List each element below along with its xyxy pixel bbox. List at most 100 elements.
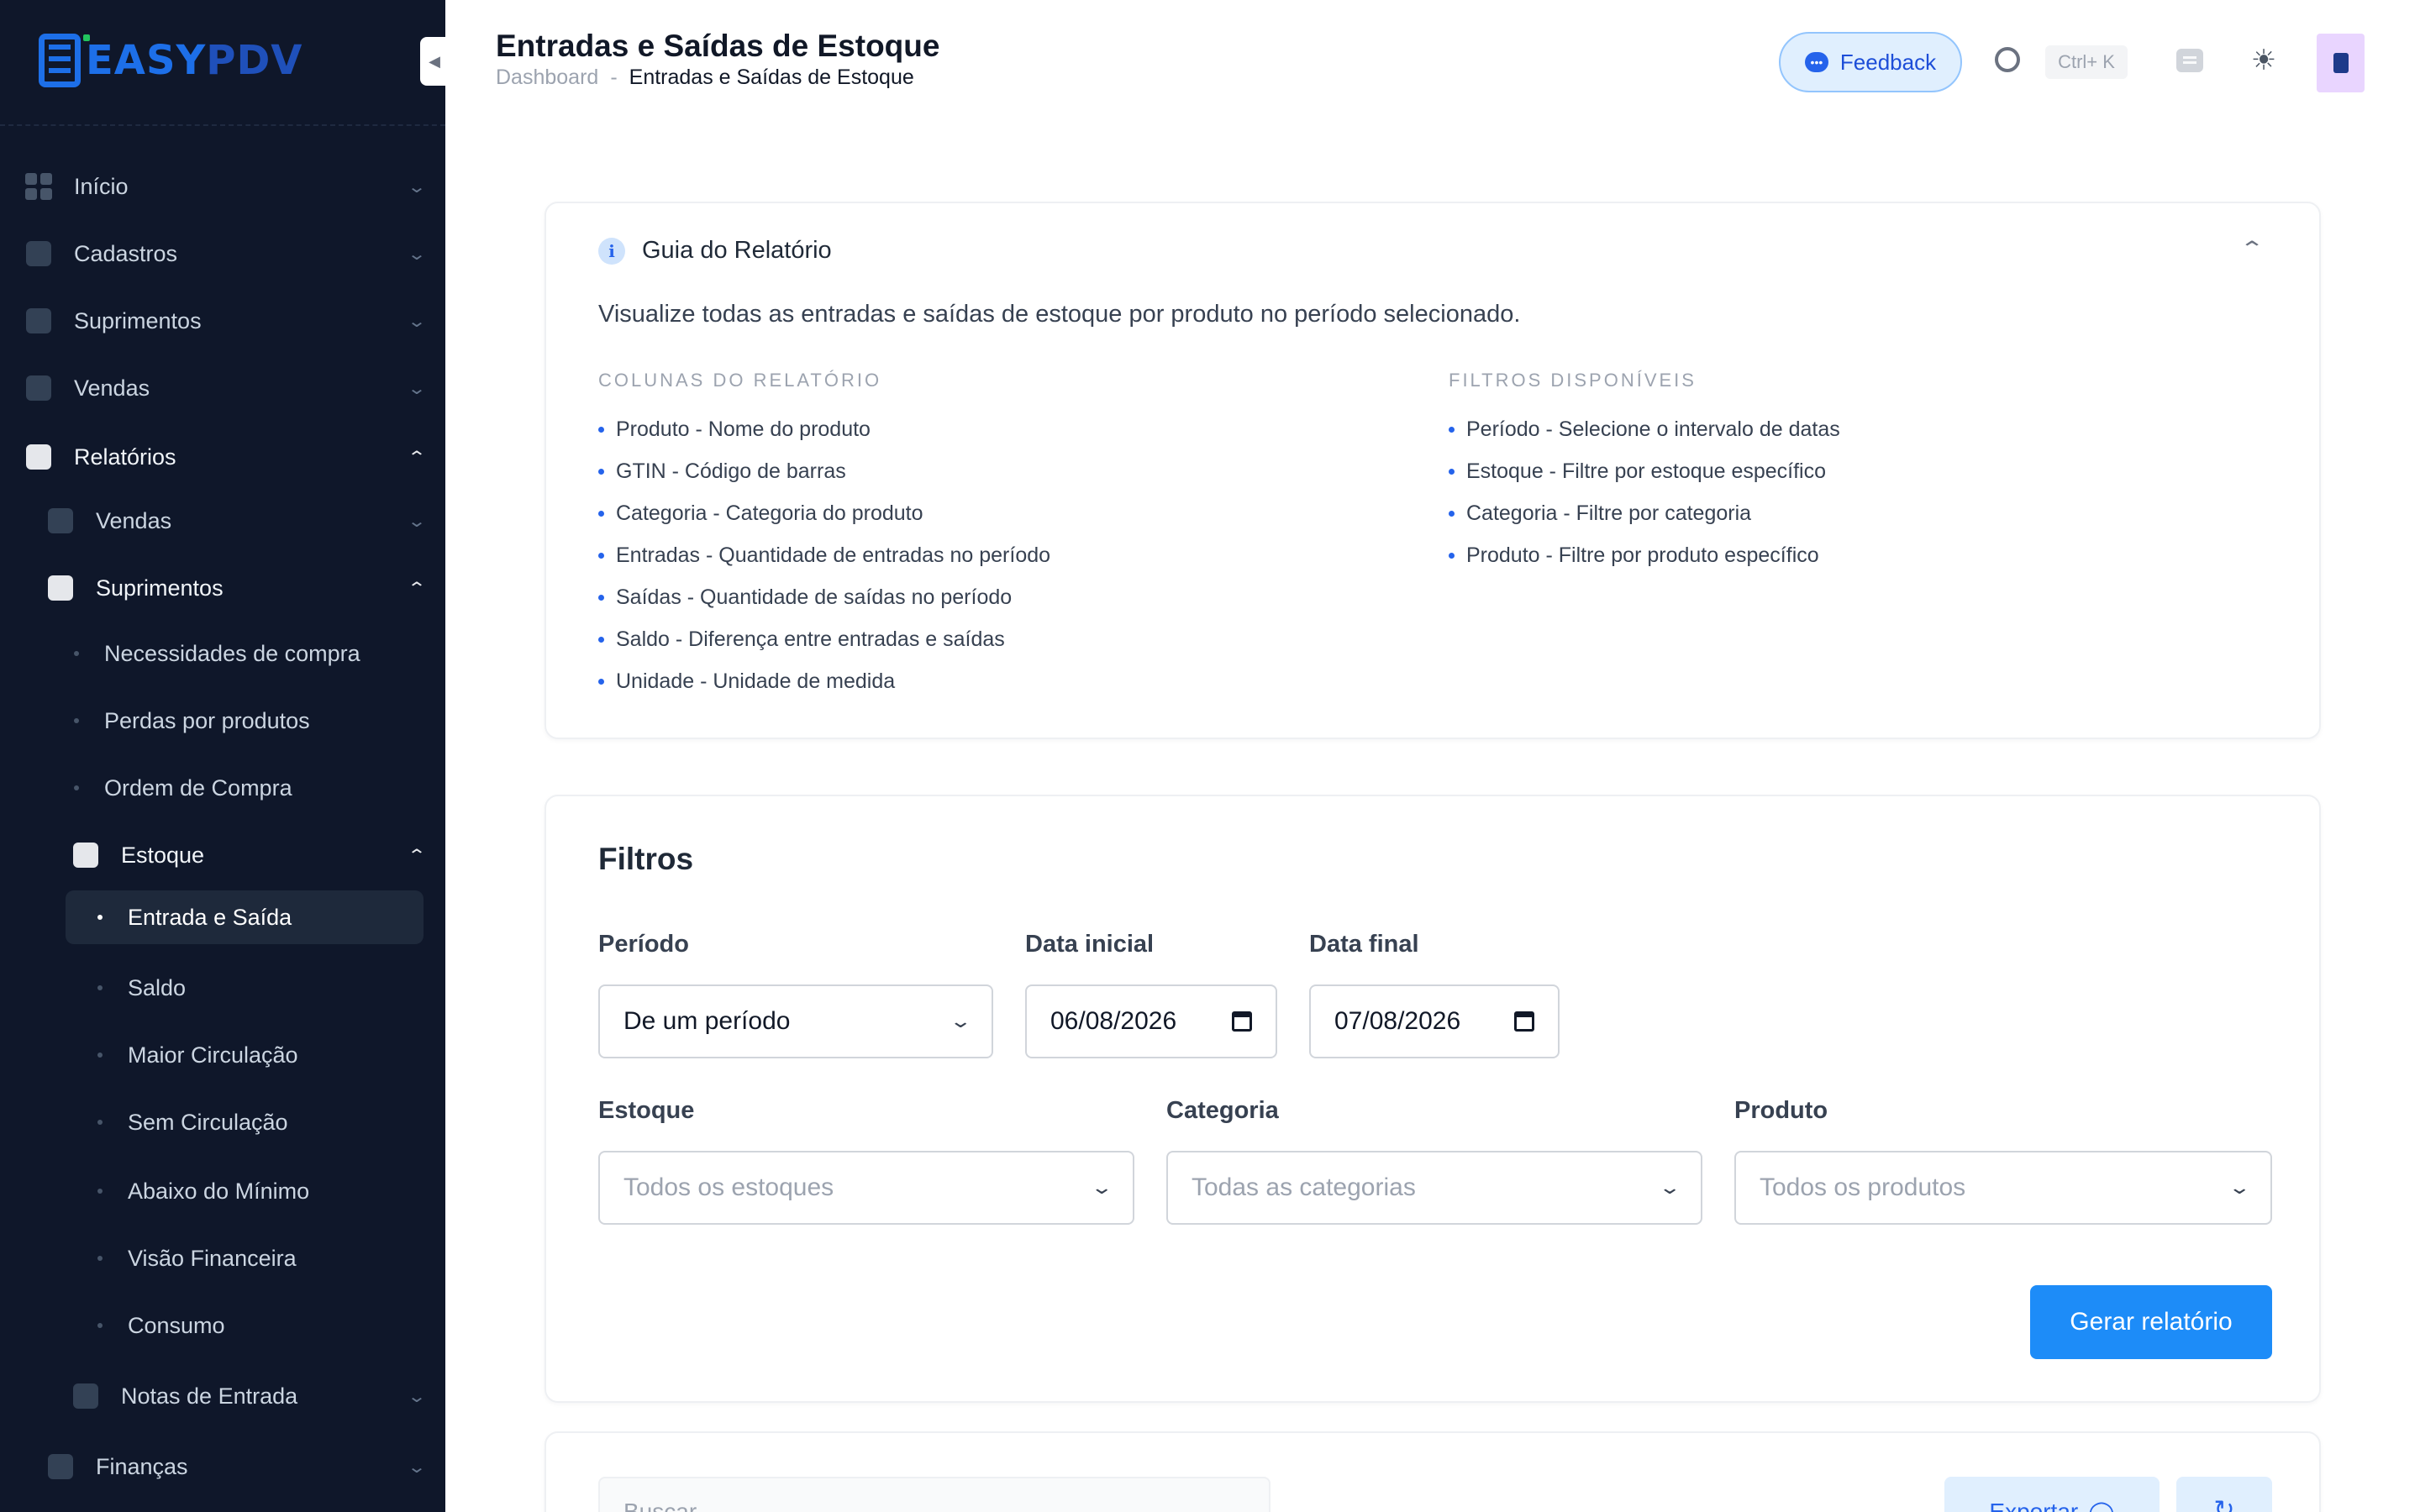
sidebar-link-maior-circulacao[interactable]: Maior Circulação <box>66 1028 424 1082</box>
id-card-icon <box>25 240 52 267</box>
sidebar-item-cadastros[interactable]: Cadastros ⌄ <box>25 227 427 281</box>
sidebar-subitem-suprimentos[interactable]: Suprimentos ⌃ <box>47 561 427 615</box>
sidebar-link-necessidades-compra[interactable]: Necessidades de compra <box>67 627 427 680</box>
export-label: Exportar <box>1989 1499 2079 1512</box>
pos-terminal-icon <box>39 34 90 87</box>
search-shortcut-badge: Ctrl+ K <box>2045 45 2128 79</box>
bullet-icon <box>74 785 79 790</box>
breadcrumb: Dashboard - Entradas e Saídas de Estoque <box>496 66 914 90</box>
sidebar-item-label: Notas de Entrada <box>121 1383 298 1409</box>
generate-report-button[interactable]: Gerar relatório <box>2030 1285 2272 1359</box>
refresh-icon: ↻ <box>2213 1496 2235 1512</box>
sidebar-subitem-vendas[interactable]: Vendas ⌄ <box>47 494 427 548</box>
sidebar-group-estoque[interactable]: Estoque ⌃ <box>72 828 427 882</box>
product-select[interactable]: Todos os produtos ⌄ <box>1734 1151 2272 1225</box>
chevron-down-icon: ⌄ <box>407 1457 427 1477</box>
sidebar-subitem-financas[interactable]: Finanças ⌄ <box>47 1440 427 1494</box>
sidebar-link-abaixo-minimo[interactable]: Abaixo do Mínimo <box>66 1164 424 1218</box>
sidebar-item-label: Maior Circulação <box>128 1042 298 1068</box>
product-label: Produto <box>1734 1097 1828 1124</box>
category-select[interactable]: Todas as categorias ⌄ <box>1166 1151 1702 1225</box>
chevron-left-icon: ◀ <box>429 52 440 70</box>
sidebar-link-entrada-saida[interactable]: Entrada e Saída <box>66 890 424 944</box>
sidebar-item-label: Perdas por produtos <box>104 707 310 733</box>
messages-icon[interactable] <box>2176 49 2203 72</box>
page-title: Entradas e Saídas de Estoque <box>496 29 940 63</box>
report-columns-list: Produto - Nome do produto GTIN - Código … <box>598 408 1050 702</box>
list-item: Período - Selecione o intervalo de datas <box>1449 408 1840 450</box>
bullet-icon <box>74 718 79 723</box>
chevron-up-icon: ⌃ <box>407 579 427 598</box>
sidebar: EASYPDV Início ⌄ Cadastros ⌄ Suprimentos… <box>0 0 445 1512</box>
period-select[interactable]: De um período ⌄ <box>598 984 993 1058</box>
chevron-up-icon: ⌃ <box>407 846 427 865</box>
start-date-value: 06/08/2026 <box>1050 1007 1177 1035</box>
stock-placeholder: Todos os estoques <box>623 1173 834 1201</box>
stock-select[interactable]: Todos os estoques ⌄ <box>598 1151 1134 1225</box>
report-columns-title: COLUNAS DO RELATÓRIO <box>598 370 882 391</box>
brand-logo[interactable]: EASYPDV <box>39 29 302 92</box>
category-placeholder: Todas as categorias <box>1192 1173 1416 1201</box>
export-button[interactable]: Exportar ◯ <box>1944 1477 2160 1512</box>
chevron-down-icon: ⌄ <box>1657 1177 1681 1198</box>
sidebar-item-inicio[interactable]: Início ⌄ <box>25 160 427 213</box>
sidebar-item-label: Relatórios <box>74 444 176 470</box>
chevron-down-circle-icon: ◯ <box>2088 1499 2114 1512</box>
period-label: Período <box>598 931 689 958</box>
chevron-up-icon[interactable]: ⌃ <box>2239 237 2265 261</box>
end-date-value: 07/08/2026 <box>1334 1007 1461 1035</box>
sidebar-item-relatorios[interactable]: Relatórios ⌃ <box>25 430 427 484</box>
calendar-icon[interactable] <box>1514 1011 1534 1032</box>
sidebar-link-consumo[interactable]: Consumo <box>66 1299 424 1352</box>
calendar-icon[interactable] <box>1232 1011 1252 1032</box>
results-search-input[interactable]: Buscar <box>598 1477 1270 1512</box>
sidebar-group-notas-entrada[interactable]: Notas de Entrada ⌄ <box>72 1369 427 1423</box>
report-guide-header[interactable]: i Guia do Relatório <box>598 237 832 265</box>
start-date-input[interactable]: 06/08/2026 <box>1025 984 1277 1058</box>
chevron-down-icon: ⌄ <box>1089 1177 1113 1198</box>
period-value: De um período <box>623 1007 791 1035</box>
sidebar-item-suprimentos[interactable]: Suprimentos ⌄ <box>25 294 427 348</box>
box-icon <box>47 575 74 601</box>
chevron-down-icon: ⌄ <box>407 512 427 531</box>
report-columns-section: COLUNAS DO RELATÓRIO Produto - Nome do p… <box>598 370 1050 702</box>
bullet-icon <box>97 1323 103 1328</box>
sidebar-item-vendas[interactable]: Vendas ⌄ <box>25 361 427 415</box>
feedback-label: Feedback <box>1839 49 1937 75</box>
sidebar-item-label: Consumo <box>128 1312 225 1338</box>
search-icon[interactable] <box>1995 47 2020 72</box>
sidebar-item-label: Necessidades de compra <box>104 640 360 666</box>
breadcrumb-dashboard-link[interactable]: Dashboard <box>496 66 598 90</box>
sidebar-link-visao-financeira[interactable]: Visão Financeira <box>66 1231 424 1285</box>
sun-icon[interactable]: ☀ <box>2249 45 2279 76</box>
sidebar-item-label: Cadastros <box>74 240 178 266</box>
bullet-icon <box>97 1189 103 1194</box>
end-date-input[interactable]: 07/08/2026 <box>1309 984 1560 1058</box>
register-icon <box>47 507 74 534</box>
sidebar-item-label: Suprimentos <box>96 575 224 601</box>
chevron-down-icon: ⌄ <box>407 312 427 331</box>
sidebar-item-label: Estoque <box>121 842 205 868</box>
chat-bubble-icon: ••• <box>1804 52 1828 72</box>
document-icon <box>72 1383 99 1410</box>
filters-card: Filtros Período De um período ⌄ Data ini… <box>544 795 2321 1403</box>
refresh-button[interactable]: ↻ <box>2176 1477 2272 1512</box>
bullet-icon <box>97 1120 103 1125</box>
sidebar-link-ordem-compra[interactable]: Ordem de Compra <box>67 761 427 815</box>
bullet-icon <box>97 915 103 920</box>
avatar[interactable] <box>2317 34 2365 92</box>
sidebar-link-sem-circulacao[interactable]: Sem Circulação <box>66 1095 424 1149</box>
sidebar-item-label: Vendas <box>74 375 150 401</box>
results-card: Buscar Exportar ◯ ↻ <box>544 1431 2321 1512</box>
sidebar-collapse-button[interactable]: ◀ <box>420 37 449 86</box>
sidebar-link-saldo[interactable]: Saldo <box>66 961 424 1015</box>
sidebar-item-label: Finanças <box>96 1453 188 1479</box>
available-filters-section: FILTROS DISPONÍVEIS Período - Selecione … <box>1449 370 1840 576</box>
sidebar-item-label: Início <box>74 173 129 199</box>
bullet-icon <box>74 651 79 656</box>
sidebar-item-label: Abaixo do Mínimo <box>128 1178 310 1204</box>
chevron-down-icon: ⌄ <box>407 177 427 197</box>
sidebar-link-perdas-produtos[interactable]: Perdas por produtos <box>67 694 427 748</box>
bullet-icon <box>97 985 103 990</box>
feedback-button[interactable]: ••• Feedback <box>1779 32 1962 92</box>
